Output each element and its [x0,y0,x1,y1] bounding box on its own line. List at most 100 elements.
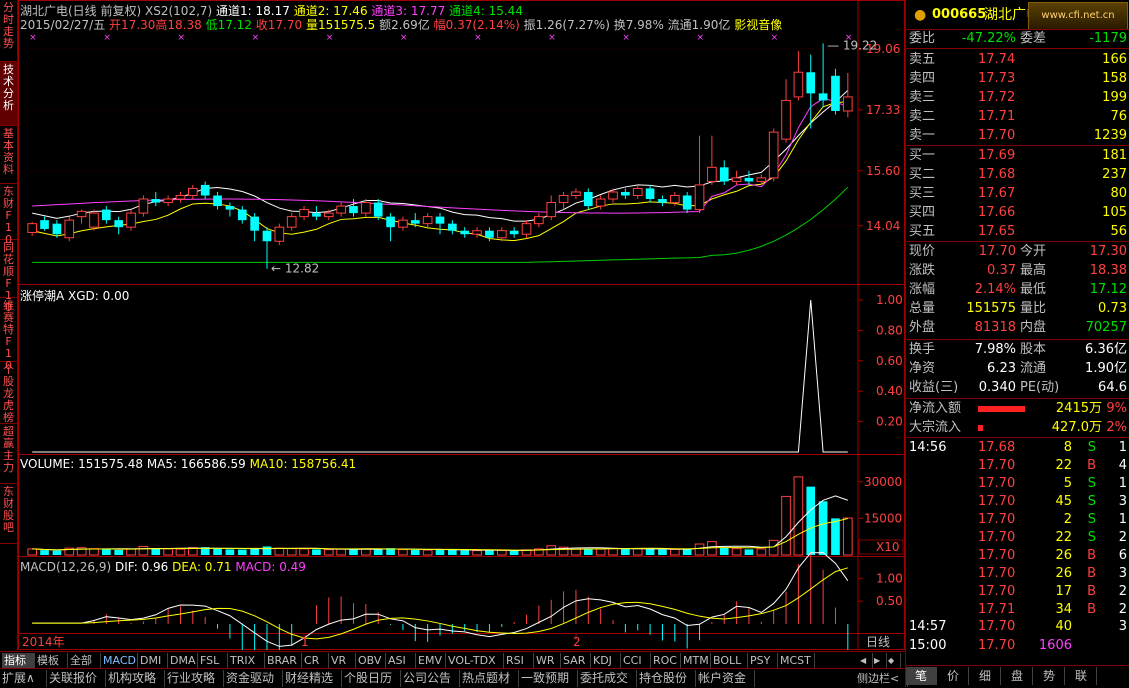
left-tab-2[interactable]: 技术分析 [0,62,17,126]
indicator-tab-asi[interactable]: ASI [386,653,416,668]
function-tab-13[interactable]: 帐户资金 [696,670,755,687]
candle-body-up [175,194,186,200]
panel-tab-3[interactable]: 细 [970,667,1001,685]
quote-panel: ● 000665 湖北广电 www.cfi.net.cn 委比 -47.22% … [905,0,1129,687]
volume-bar-down [460,550,470,555]
kline-chart-svg[interactable]: 19.0617.3315.6014.04× × × × × × × × × × × ×— 19.22←… [18,0,905,650]
panel-tab-1[interactable]: 笔 [906,667,937,685]
indicator-tab-sar[interactable]: SAR [561,653,591,668]
indicator-tab-mtm[interactable]: MTM [681,653,711,668]
volume-bar-up [608,547,618,556]
left-tab-9[interactable]: 东财股吧 [0,484,17,544]
volume-bar-up [163,548,173,556]
function-tab-9[interactable]: 热点题材 [460,670,519,687]
bid-price: 17.66 [978,205,1016,220]
chart-header-line2: 2015/02/27/五 开17.30高18.38 低17.12 收17.70 … [20,16,782,33]
indicator-tab-roc[interactable]: ROC [651,653,681,668]
candle-body-down [719,167,729,182]
volume-bar-up [422,549,433,556]
tick-side: B [1087,602,1096,617]
volume-bar-down [485,550,494,555]
left-tab-1[interactable]: 分时走势 [0,0,17,62]
tick-count: 3 [1118,619,1127,634]
ind2-axis-label: 0.80 [876,323,903,337]
sidebar-toggle[interactable]: 侧边栏< [855,670,908,687]
fund-value: 0.340 [978,380,1016,395]
candle-body-up [842,96,853,112]
indicator-tab-rsi[interactable]: RSI [504,653,534,668]
indicator-tab-dma[interactable]: DMA [168,653,198,668]
bid-volume: 80 [1110,186,1127,201]
volume-bar-up [299,548,309,556]
left-tab-6[interactable]: 维赛特F10 [0,298,17,372]
top-marker: × [548,33,556,43]
left-tab-3[interactable]: 基本资料 [0,126,17,184]
panel-tab-4[interactable]: 盘 [1002,667,1033,685]
scroll-left-icon[interactable]: ◀ [858,653,873,668]
indicator-tab-vol-tdx[interactable]: VOL-TDX [446,653,504,668]
indicator-tab-macd[interactable]: MACD [101,653,138,668]
left-tab-7[interactable]: 个股龙虎榜 [0,362,17,424]
bid-label: 买一 [909,148,936,163]
indicator-tab-emv[interactable]: EMV [416,653,446,668]
tick-row: 17.70 22 B 4 [906,457,1129,475]
candle-body-down [485,230,494,238]
panel-tab-2[interactable]: 价 [938,667,969,685]
panel-tab-6[interactable]: 联 [1066,667,1097,685]
tick-price: 17.70 [978,494,1016,509]
volume-bar-down [583,548,593,555]
fund-value: 6.36亿 [1085,342,1127,357]
tick-side: S [1087,530,1096,545]
function-tab-3[interactable]: 机构攻略 [106,670,165,687]
indicator-tab-brar[interactable]: BRAR [265,653,302,668]
scroll-menu-icon[interactable]: ◆ [886,653,901,668]
function-tab-11[interactable]: 委托成交 [578,670,637,687]
indicator-tab-trix[interactable]: TRIX [228,653,265,668]
indicator-tab-mcst[interactable]: MCST [778,653,815,668]
flow-bar [978,406,1025,412]
tick-row: 17.70 22 S 2 [906,529,1129,547]
left-tab-4[interactable]: 东财F10 [0,184,17,246]
indicator-tab-cci[interactable]: CCI [621,653,651,668]
flow-pct: 9% [1106,401,1127,416]
function-tab-7[interactable]: 个股日历 [342,670,401,687]
candle-body-up [521,223,532,235]
sector-label[interactable]: 影视音像 [734,18,782,32]
function-tab-6[interactable]: 财经精选 [283,670,342,687]
function-tab-5[interactable]: 资金驱动 [224,670,283,687]
volume-bar-down [225,549,235,555]
left-tab-8[interactable]: 超赢主力 [0,424,17,484]
indicator-tab-kdj[interactable]: KDJ [591,653,621,668]
indicator-tab-boll[interactable]: BOLL [711,653,748,668]
quote-value: 17.30 [1089,244,1127,259]
quote-value: 18.38 [1089,263,1127,278]
function-tab-8[interactable]: 公司公告 [401,670,460,687]
function-tab-4[interactable]: 行业攻略 [165,670,224,687]
volume-bar-up [496,549,507,556]
quote-row: 现价 17.70 今开 17.30 [906,243,1129,261]
candle-body-down [200,184,210,196]
candle-body-up [707,166,717,182]
panel-tab-5[interactable]: 势 [1034,667,1065,685]
scroll-right-icon[interactable]: ▶ [872,653,887,668]
ind2-axis-label: 0.60 [876,354,903,368]
indicator-tab-psy[interactable]: PSY [748,653,778,668]
function-tab-1[interactable]: 扩展∧ [0,670,47,687]
indicator-tab-fsl[interactable]: FSL [198,653,228,668]
indicator-tab-dmi[interactable]: DMI [138,653,168,668]
indicator-tab-全部[interactable]: 全部 [68,653,101,668]
function-tab-2[interactable]: 关联报价 [47,670,106,687]
indicator-tab-cr[interactable]: CR [302,653,329,668]
indicator-tab-指标[interactable]: 指标 [2,653,35,668]
indicator-tab-wr[interactable]: WR [534,653,561,668]
kline-chart-area[interactable]: 19.06 17.33 15.60 14.04 × × × × × × × × × × × × — 19.22 ←… [18,0,905,650]
indicator-tab-obv[interactable]: OBV [356,653,386,668]
function-tab-10[interactable]: 一致预期 [519,670,578,687]
indicator-tab-模板[interactable]: 模板 [35,653,68,668]
indicator-tab-vr[interactable]: VR [329,653,356,668]
function-tab-12[interactable]: 持仓股份 [637,670,696,687]
candle-body-up [669,194,680,204]
ask-price: 17.72 [978,90,1016,105]
candle-body-down [448,223,457,231]
left-tab-5[interactable]: 同花顺F10 [0,240,17,314]
